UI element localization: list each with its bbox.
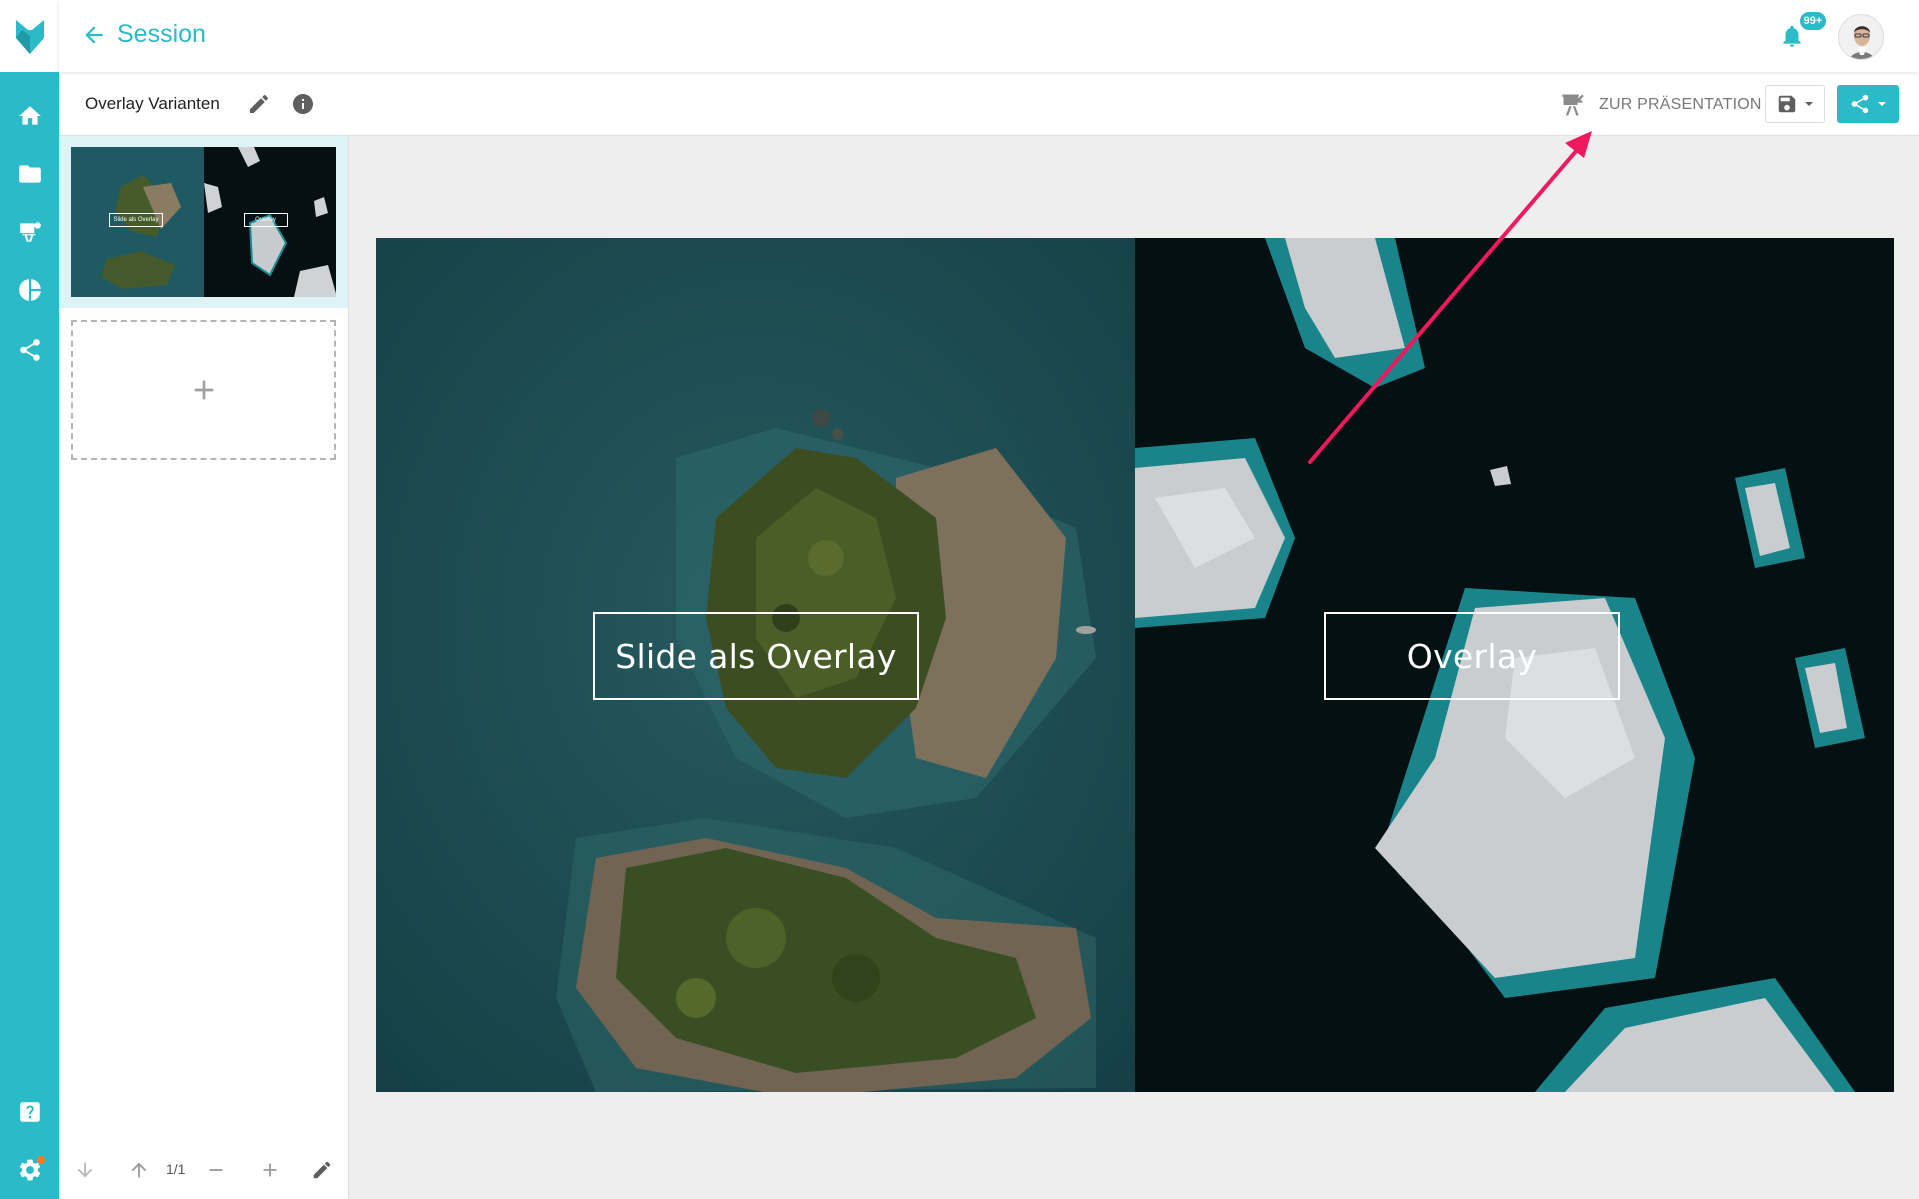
present-label: ZUR PRÄSENTATION — [1599, 96, 1762, 113]
slide-preview[interactable]: Slide als Overlay Overlay — [376, 238, 1894, 1092]
arrow-left-icon — [85, 25, 103, 44]
notification-count-badge: 99+ — [1798, 10, 1828, 32]
left-nav-rail — [0, 0, 59, 1199]
user-portrait-icon — [1839, 15, 1883, 59]
edit-title-button[interactable] — [247, 92, 271, 116]
nav-folders[interactable] — [0, 150, 59, 198]
pencil-icon — [250, 94, 269, 113]
back-to-session-link[interactable]: Session — [81, 20, 206, 49]
add-slide-button[interactable] — [71, 320, 336, 460]
settings-alert-dot — [37, 1156, 45, 1164]
slides-panel-footer: 1/1 — [59, 1139, 348, 1199]
arrow-up-icon — [131, 1162, 147, 1178]
save-dropdown-button[interactable] — [1765, 85, 1825, 123]
thumbnail-iceberg-image: Overlay — [203, 147, 336, 297]
slide-canvas-area: Slide als Overlay Overlay — [349, 136, 1919, 1199]
presenter-icon — [19, 222, 41, 242]
plus-icon — [194, 380, 213, 400]
move-slide-down-button[interactable] — [72, 1157, 98, 1183]
thumbnail-right-label: Overlay — [243, 213, 288, 227]
info-button[interactable] — [291, 92, 315, 116]
plus-icon — [263, 1163, 277, 1177]
presenter-icon — [1562, 94, 1584, 116]
thumbnail-island-image: Slide als Overlay — [71, 147, 204, 297]
selected-slide-highlight: Slide als Overlay Overlay — [59, 136, 348, 308]
iceberg-aerial-image: Overlay — [1135, 238, 1894, 1092]
floppy-disk-icon — [1778, 95, 1796, 113]
slide-page-indicator: 1/1 — [166, 1161, 186, 1177]
pencil-icon — [313, 1161, 331, 1179]
pie-chart-icon — [18, 279, 41, 301]
nav-settings[interactable] — [0, 1146, 59, 1194]
move-slide-up-button[interactable] — [126, 1157, 152, 1183]
nav-share[interactable] — [0, 326, 59, 374]
caret-down-icon — [1878, 102, 1886, 106]
slides-panel: Slide als Overlay Overlay 1/1 — [59, 136, 349, 1199]
share-icon — [19, 339, 40, 361]
nav-home[interactable] — [0, 92, 59, 140]
island-aerial-image: Slide als Overlay — [376, 238, 1135, 1092]
slide-right-overlay-label[interactable]: Overlay — [1324, 612, 1620, 700]
arrow-down-icon — [77, 1162, 93, 1178]
presentation-toolbar: Overlay Varianten ZUR PRÄSENTATION — [59, 72, 1919, 136]
caret-down-icon — [1805, 102, 1813, 106]
back-label: Session — [117, 20, 206, 48]
presentation-title: Overlay Varianten — [85, 94, 220, 113]
slide-thumbnail-1[interactable]: Slide als Overlay Overlay — [71, 147, 336, 297]
share-icon — [1851, 94, 1869, 114]
nav-help[interactable] — [0, 1088, 59, 1136]
thumbnail-left-label: Slide als Overlay — [109, 213, 163, 227]
add-slide-footer-button[interactable] — [257, 1157, 283, 1183]
app-logo[interactable] — [0, 0, 59, 72]
remove-slide-button[interactable] — [203, 1157, 229, 1183]
home-icon — [18, 106, 41, 125]
minus-icon — [209, 1169, 223, 1171]
slide-left-overlay-label[interactable]: Slide als Overlay — [593, 612, 919, 700]
info-icon — [293, 94, 313, 114]
nav-presentations[interactable] — [0, 208, 59, 256]
edit-slide-button[interactable] — [309, 1157, 335, 1183]
nav-analytics[interactable] — [0, 266, 59, 314]
share-dropdown-button[interactable] — [1837, 85, 1899, 123]
help-icon — [19, 1102, 40, 1122]
user-avatar[interactable] — [1838, 14, 1884, 60]
top-bar: Session 99+ — [59, 0, 1919, 72]
fox-logo-icon — [15, 20, 44, 54]
go-to-presentation-button[interactable]: ZUR PRÄSENTATION — [1559, 88, 1762, 122]
folder-icon — [18, 165, 41, 183]
